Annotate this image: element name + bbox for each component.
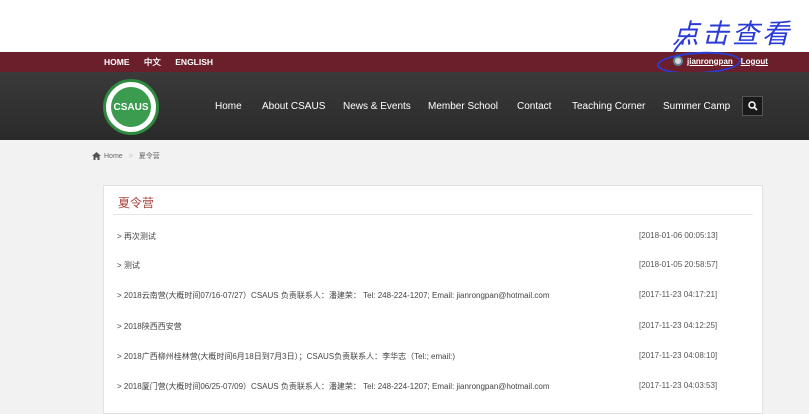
list-item-date: [2017-11-23 04:12:25] — [639, 321, 718, 330]
nav-contact[interactable]: Contact — [517, 101, 551, 112]
site-logo[interactable]: CSAUS — [103, 79, 159, 135]
card-divider — [113, 214, 753, 215]
nav-about[interactable]: About CSAUS — [262, 101, 325, 112]
nav-home[interactable]: Home — [215, 101, 242, 112]
logout-link[interactable]: Logout — [741, 57, 768, 66]
list-item[interactable]: > 再次测试 [2018-01-06 00:05:13] — [117, 231, 747, 247]
nav-teaching-corner[interactable]: Teaching Corner — [572, 101, 645, 112]
list-item[interactable]: > 2018云南营(大概时间07/16-07/27）CSAUS 负责联系人：潘建… — [117, 290, 747, 306]
breadcrumb-separator-icon: > — [128, 152, 133, 160]
top-link-chinese[interactable]: 中文 — [144, 57, 161, 67]
nav-summer-camp[interactable]: Summer Camp — [663, 101, 730, 112]
list-item-title[interactable]: > 再次测试 — [117, 231, 156, 242]
list-item[interactable]: > 2018厦门营(大概时间06/25-07/09）CSAUS 负责联系人：潘建… — [117, 381, 747, 397]
user-avatar-icon — [673, 56, 683, 66]
search-button[interactable] — [742, 96, 763, 116]
list-item-date: [2017-11-23 04:08:10] — [639, 351, 718, 360]
breadcrumb: Home > 夏令营 — [92, 151, 160, 161]
main-navbar: CSAUS Home About CSAUS News & Events Mem… — [0, 72, 809, 140]
nav-member-school[interactable]: Member School — [428, 101, 498, 112]
list-item-date: [2017-11-23 04:03:53] — [639, 381, 718, 390]
username-link[interactable]: jianrongpan — [687, 57, 733, 66]
list-item-title[interactable]: > 2018陕西西安营 — [117, 321, 182, 332]
list-item-date: [2018-01-05 20:58:57] — [639, 260, 718, 269]
top-link-home[interactable]: HOME — [104, 57, 130, 67]
content-card: 夏令营 > 再次测试 [2018-01-06 00:05:13] > 测试 [2… — [103, 185, 763, 414]
list-item-date: [2018-01-06 00:05:13] — [639, 231, 718, 240]
breadcrumb-home[interactable]: Home — [104, 153, 123, 160]
list-item-title[interactable]: > 2018云南营(大概时间07/16-07/27）CSAUS 负责联系人：潘建… — [117, 290, 550, 301]
list-item[interactable]: > 2018广西柳州桂林营(大概时间6月18日到7月3日）；CSAUS负责联系人… — [117, 351, 747, 367]
page: 点击查看 HOME 中文 ENGLISH jianrongpan Logout … — [0, 0, 809, 414]
breadcrumb-current: 夏令营 — [138, 153, 160, 160]
list-item-title[interactable]: > 2018厦门营(大概时间06/25-07/09）CSAUS 负责联系人：潘建… — [117, 381, 550, 392]
top-link-english[interactable]: ENGLISH — [175, 57, 213, 67]
list-item-title[interactable]: > 2018广西柳州桂林营(大概时间6月18日到7月3日）；CSAUS负责联系人… — [117, 351, 455, 362]
list-item-title[interactable]: > 测试 — [117, 260, 140, 271]
home-icon — [92, 152, 101, 160]
logo-text: CSAUS — [111, 87, 151, 127]
top-bar: HOME 中文 ENGLISH jianrongpan Logout — [0, 52, 809, 72]
list-item[interactable]: > 测试 [2018-01-05 20:58:57] — [117, 260, 747, 276]
nav-news-events[interactable]: News & Events — [343, 101, 411, 112]
list-item[interactable]: > 2018陕西西安营 [2017-11-23 04:12:25] — [117, 321, 747, 337]
list-item-date: [2017-11-23 04:17:21] — [639, 290, 718, 299]
card-title: 夏令营 — [118, 196, 155, 210]
search-icon — [747, 101, 758, 111]
